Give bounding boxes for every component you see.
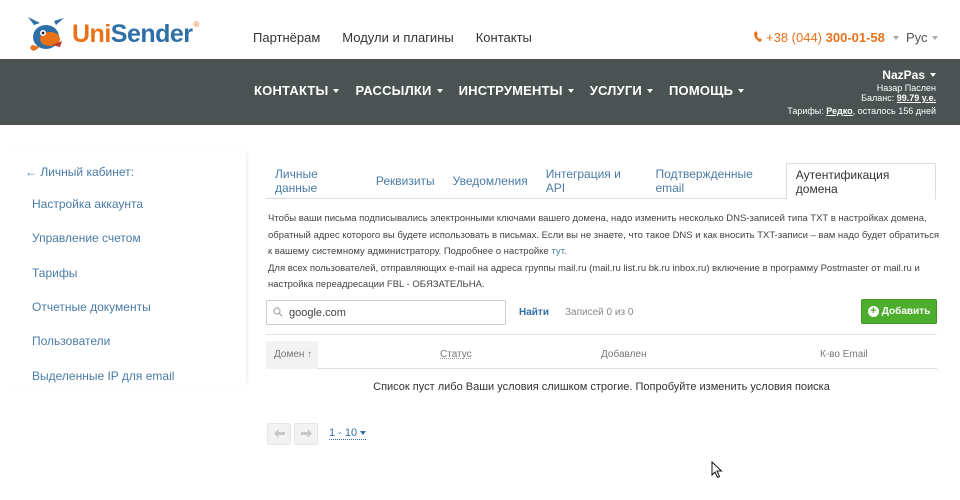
tab-integration-api[interactable]: Интеграция и API xyxy=(537,163,647,199)
menu-help-label: ПОМОЩЬ xyxy=(668,83,734,98)
chevron-down-icon xyxy=(646,88,653,93)
menu-tools-label: ИНСТРУМЕНТЫ xyxy=(458,83,563,98)
sidebar-item-users[interactable]: Пользователи xyxy=(32,334,110,348)
unisender-logo[interactable]: UniSender ® xyxy=(26,16,199,52)
column-header-domain[interactable]: Домен ↑ xyxy=(266,341,318,369)
records-count: Записей 0 из 0 xyxy=(565,307,634,318)
pager-next-button[interactable] xyxy=(294,423,318,445)
chevron-down-icon xyxy=(333,88,340,93)
language-label: Рус xyxy=(906,30,928,45)
settings-tabs: Личные данные Реквизиты Уведомления Инте… xyxy=(266,163,936,200)
sidebar-item-billing[interactable]: Управление счетом xyxy=(32,231,141,245)
menu-mailings-label: РАССЫЛКИ xyxy=(355,83,432,98)
logo-text-sender: Sender xyxy=(110,19,193,48)
description-text: Чтобы ваши письма подписывались электрон… xyxy=(268,213,940,257)
description-more-link[interactable]: тут xyxy=(551,246,564,257)
tariff-link[interactable]: Редко xyxy=(826,106,852,116)
domain-search-field[interactable] xyxy=(266,300,506,325)
sidebar-item-dedicated-ip[interactable]: Выделенные IP для email xyxy=(32,369,174,383)
domain-auth-description: Чтобы ваши письма подписывались электрон… xyxy=(268,211,940,294)
user-full-name: Назар Паслен xyxy=(876,83,936,93)
menu-services-label: УСЛУГИ xyxy=(589,83,642,98)
domains-table-header: Домен ↑ Статус Добавлен К-во Email xyxy=(266,341,937,369)
chevron-down-icon xyxy=(360,431,367,435)
sidebar-item-documents[interactable]: Отчетные документы xyxy=(32,300,151,314)
user-login: NazPas xyxy=(882,68,925,82)
top-nav-partners[interactable]: Партнёрам xyxy=(253,30,320,45)
empty-table-message: Список пуст либо Ваши условия слишком ст… xyxy=(373,381,830,393)
chevron-down-icon xyxy=(738,88,745,93)
mouse-cursor-icon xyxy=(711,460,723,484)
main-menu: КОНТАКТЫ РАССЫЛКИ ИНСТРУМЕНТЫ УСЛУГИ ПОМ… xyxy=(254,83,745,98)
user-tariff: Тарифы: Редко, осталось 156 дней xyxy=(787,106,936,116)
tab-domain-authentication[interactable]: Аутентификация домена xyxy=(785,163,936,200)
chevron-down-icon xyxy=(931,35,938,40)
user-login-dropdown[interactable]: NazPas xyxy=(787,68,936,82)
search-icon xyxy=(273,304,283,322)
description-text-end: . xyxy=(563,246,567,257)
phone-number: 300-01-58 xyxy=(825,30,885,45)
sidebar-item-account-settings[interactable]: Настройка аккаунта xyxy=(32,197,143,211)
top-nav-contacts[interactable]: Контакты xyxy=(476,30,532,45)
balance-value[interactable]: 99.79 у.е. xyxy=(897,93,936,103)
top-bar: UniSender ® Партнёрам Модули и плагины К… xyxy=(0,0,960,59)
top-nav-modules[interactable]: Модули и плагины xyxy=(342,30,453,45)
pager-range-label: 1 - 10 xyxy=(329,427,358,439)
chevron-down-icon xyxy=(930,73,936,77)
chevron-down-icon xyxy=(567,88,574,93)
tab-personal-data[interactable]: Личные данные xyxy=(266,163,367,199)
add-domain-button[interactable]: + Добавить xyxy=(861,299,937,324)
user-balance: Баланс: 99.79 у.е. xyxy=(787,93,936,103)
logo-text-uni: Uni xyxy=(72,19,111,48)
menu-mailings[interactable]: РАССЫЛКИ xyxy=(355,83,443,98)
column-header-status[interactable]: Статус xyxy=(440,349,472,360)
sidebar-back-link[interactable]: ← Личный кабинет: xyxy=(25,165,134,179)
add-domain-label: Добавить xyxy=(881,306,931,317)
arrow-right-icon xyxy=(300,427,312,441)
search-input[interactable] xyxy=(289,306,489,319)
description-paragraph-1: Чтобы ваши письма подписывались электрон… xyxy=(268,211,940,261)
pager-prev-button[interactable] xyxy=(267,423,291,445)
chevron-down-icon xyxy=(892,35,899,40)
logo-registered-mark: ® xyxy=(193,19,200,29)
plus-circle-icon: + xyxy=(867,306,879,317)
tab-requisites[interactable]: Реквизиты xyxy=(367,163,444,199)
menu-help[interactable]: ПОМОЩЬ xyxy=(668,83,745,98)
pager-range-dropdown[interactable]: 1 - 10 xyxy=(329,427,367,440)
arrow-left-icon xyxy=(273,427,285,441)
user-panel: NazPas Назар Паслен Баланс: 99.79 у.е. Т… xyxy=(787,68,936,116)
top-nav: Партнёрам Модули и плагины Контакты xyxy=(253,30,532,45)
chevron-down-icon xyxy=(436,88,443,93)
sidebar-item-tariffs[interactable]: Тарифы xyxy=(32,266,77,280)
balance-label: Баланс: xyxy=(861,93,897,103)
phone-prefix: +38 (044) xyxy=(766,30,826,45)
main-menu-bar: КОНТАКТЫ РАССЫЛКИ ИНСТРУМЕНТЫ УСЛУГИ ПОМ… xyxy=(0,59,960,125)
phone-icon xyxy=(754,30,762,45)
column-header-added[interactable]: Добавлен xyxy=(601,349,647,360)
logo-mascot-icon xyxy=(26,15,68,53)
menu-contacts[interactable]: КОНТАКТЫ xyxy=(254,83,340,98)
menu-tools[interactable]: ИНСТРУМЕНТЫ xyxy=(459,83,574,98)
divider xyxy=(266,334,937,335)
tariff-label: Тарифы: xyxy=(787,106,827,116)
account-sidebar: ← Личный кабинет: Настройка аккаунта Упр… xyxy=(0,148,246,388)
phone-dropdown[interactable]: +38 (044) 300-01-58 xyxy=(754,30,899,45)
tariff-rest: , осталось 156 дней xyxy=(852,106,936,116)
language-selector[interactable]: Рус xyxy=(906,30,938,45)
column-header-email-count[interactable]: К-во Email xyxy=(820,349,868,360)
tab-notifications[interactable]: Уведомления xyxy=(444,163,537,199)
menu-contacts-label: КОНТАКТЫ xyxy=(254,83,329,98)
tab-verified-email[interactable]: Подтвержденные email xyxy=(646,163,785,199)
find-button[interactable]: Найти xyxy=(519,307,549,318)
description-paragraph-2: Для всех пользователей, отправляющих e-m… xyxy=(268,262,920,291)
menu-services[interactable]: УСЛУГИ xyxy=(590,83,653,98)
